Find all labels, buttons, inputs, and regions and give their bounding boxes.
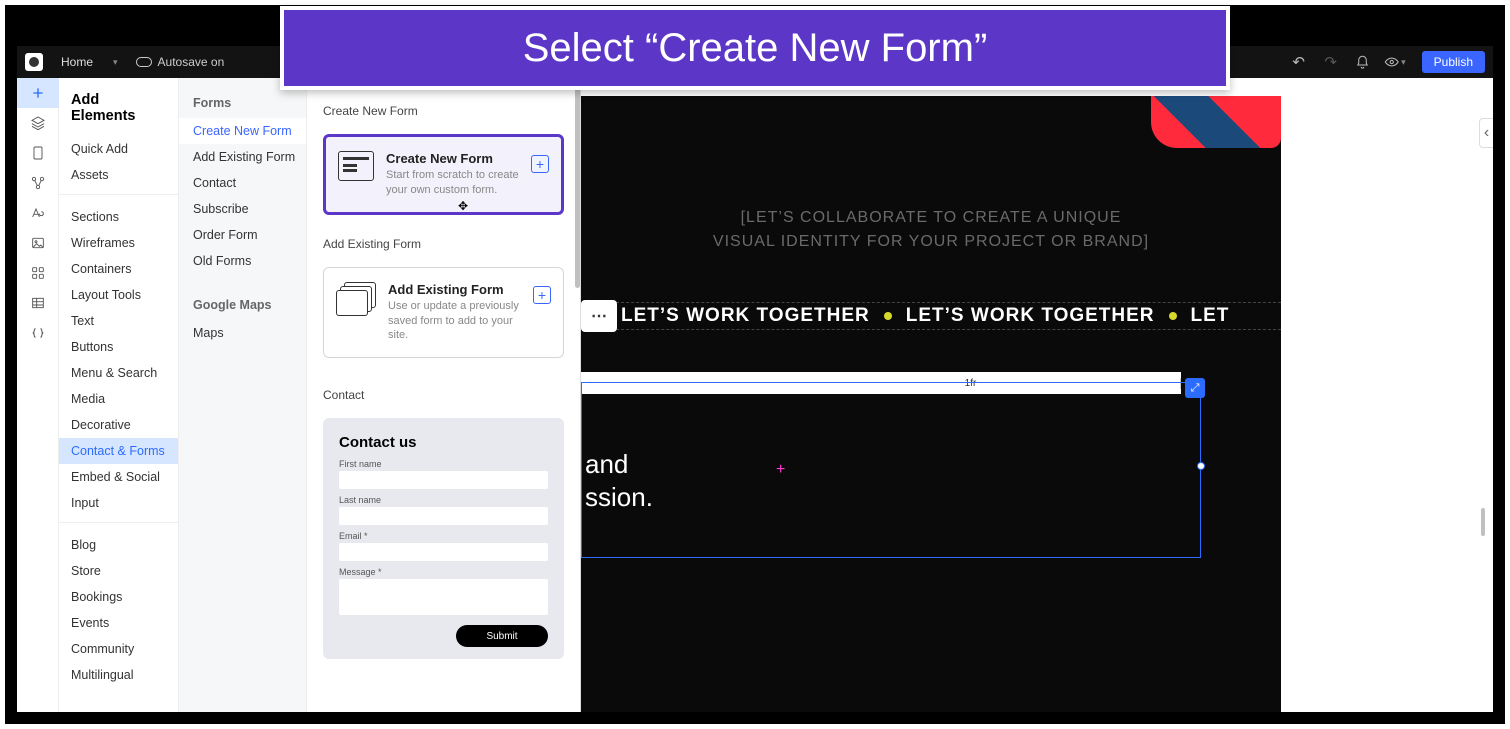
category-store[interactable]: Store (59, 558, 178, 584)
code-icon[interactable] (17, 318, 59, 348)
bell-icon[interactable] (1352, 51, 1374, 73)
connections-icon[interactable] (17, 168, 59, 198)
input-last-name (339, 507, 548, 525)
plus-icon[interactable]: + (533, 286, 551, 304)
category-layout-tools[interactable]: Layout Tools (59, 282, 178, 308)
input-first-name (339, 471, 548, 489)
undo-icon[interactable]: ↶ (1288, 51, 1310, 73)
category-text[interactable]: Text (59, 308, 178, 334)
input-message (339, 579, 548, 615)
edge-handle[interactable] (1197, 462, 1205, 470)
group-forms-label: Forms (179, 88, 306, 118)
category-wireframes[interactable]: Wireframes (59, 230, 178, 256)
design-canvas[interactable]: [LET’S COLLABORATE TO CREATE A UNIQUE VI… (581, 96, 1281, 712)
body-copy: and ssion. (585, 448, 653, 513)
category-quick-add[interactable]: Quick Add (59, 136, 178, 162)
label-message: Message * (339, 567, 548, 577)
category-menu-search[interactable]: Menu & Search (59, 360, 178, 386)
sub-old-forms[interactable]: Old Forms (179, 248, 306, 274)
left-icon-rail (17, 78, 59, 712)
sub-maps[interactable]: Maps (179, 320, 306, 346)
category-buttons[interactable]: Buttons (59, 334, 178, 360)
tutorial-banner: Select “Create New Form” (280, 6, 1230, 90)
heading-contact: Contact (323, 388, 564, 402)
preview-icon[interactable]: ▾ (1384, 51, 1406, 73)
card-title: Create New Form (386, 151, 519, 166)
home-label: Home (61, 55, 93, 69)
autosave-status: Autosave on (136, 55, 225, 69)
chevron-down-icon: ▾ (113, 57, 118, 68)
add-center-icon[interactable]: + (776, 461, 785, 479)
scrollbar-indicator (1481, 508, 1485, 536)
tutorial-text: Select “Create New Form” (523, 26, 988, 71)
subcategory-panel: Forms Create New Form Add Existing Form … (179, 78, 307, 712)
image-icon[interactable] (17, 228, 59, 258)
sub-add-existing-form[interactable]: Add Existing Form (179, 144, 306, 170)
form-icon (338, 151, 374, 181)
panel-title: Add Elements (59, 88, 178, 136)
dot-icon (1169, 312, 1177, 320)
input-email (339, 543, 548, 561)
hero-text: [LET’S COLLABORATE TO CREATE A UNIQUE VI… (601, 206, 1261, 254)
autosave-label: Autosave on (158, 55, 225, 69)
sub-subscribe[interactable]: Subscribe (179, 196, 306, 222)
category-input[interactable]: Input (59, 490, 178, 516)
layers-icon[interactable] (17, 108, 59, 138)
cursor-icon: ✥ (458, 199, 468, 213)
category-decorative[interactable]: Decorative (59, 412, 178, 438)
sub-order-form[interactable]: Order Form (179, 222, 306, 248)
add-elements-tab[interactable] (17, 78, 59, 108)
selection-outline[interactable] (581, 382, 1201, 558)
contact-title: Contact us (339, 434, 548, 451)
apps-icon[interactable] (17, 258, 59, 288)
category-embed-social[interactable]: Embed & Social (59, 464, 178, 490)
label-first-name: First name (339, 459, 548, 469)
category-assets[interactable]: Assets (59, 162, 178, 188)
sub-contact[interactable]: Contact (179, 170, 306, 196)
content-panel: Create New Form Create New Form Start fr… (307, 78, 581, 712)
group-maps-label: Google Maps (179, 290, 306, 320)
cloud-icon (136, 57, 152, 67)
text-style-icon[interactable] (17, 198, 59, 228)
category-sections[interactable]: Sections (59, 204, 178, 230)
publish-button[interactable]: Publish (1422, 51, 1485, 73)
form-stack-icon (336, 282, 376, 316)
category-blog[interactable]: Blog (59, 532, 178, 558)
card-add-existing-form[interactable]: Add Existing Form Use or update a previo… (323, 267, 564, 359)
label-email: Email * (339, 531, 548, 541)
resize-handle-icon[interactable]: ⤢ (1185, 378, 1205, 398)
element-actions-handle[interactable]: ⋯ (581, 300, 617, 332)
card-desc: Use or update a previously saved form to… (388, 299, 521, 344)
label-last-name: Last name (339, 495, 548, 505)
card-title: Add Existing Form (388, 282, 521, 297)
plus-icon[interactable]: + (531, 155, 549, 173)
redo-icon[interactable]: ↷ (1320, 51, 1342, 73)
app-logo[interactable] (25, 53, 43, 71)
design-canvas-area: [LET’S COLLABORATE TO CREATE A UNIQUE VI… (581, 78, 1493, 712)
table-icon[interactable] (17, 288, 59, 318)
category-multilingual[interactable]: Multilingual (59, 662, 178, 688)
card-create-new-form[interactable]: Create New Form Start from scratch to cr… (323, 134, 564, 215)
right-panel-collapse[interactable]: ‹ (1479, 118, 1493, 148)
category-panel: Add Elements Quick Add Assets Sections W… (59, 78, 179, 712)
heading-add-existing: Add Existing Form (323, 237, 564, 251)
hero-image-strip (1151, 96, 1281, 148)
contact-form-preview[interactable]: Contact us First name Last name Email * … (323, 418, 564, 659)
category-media[interactable]: Media (59, 386, 178, 412)
card-desc: Start from scratch to create your own cu… (386, 168, 519, 198)
submit-button: Submit (456, 625, 548, 647)
category-events[interactable]: Events (59, 610, 178, 636)
category-contact-forms[interactable]: Contact & Forms (59, 438, 178, 464)
dot-icon (884, 312, 892, 320)
category-containers[interactable]: Containers (59, 256, 178, 282)
home-dropdown[interactable]: Home ▾ (53, 53, 126, 71)
category-community[interactable]: Community (59, 636, 178, 662)
page-icon[interactable] (17, 138, 59, 168)
sub-create-new-form[interactable]: Create New Form (179, 118, 306, 144)
heading-create-new: Create New Form (323, 104, 564, 118)
category-bookings[interactable]: Bookings (59, 584, 178, 610)
marquee-strip[interactable]: LET’S WORK TOGETHER LET’S WORK TOGETHER … (581, 302, 1281, 330)
